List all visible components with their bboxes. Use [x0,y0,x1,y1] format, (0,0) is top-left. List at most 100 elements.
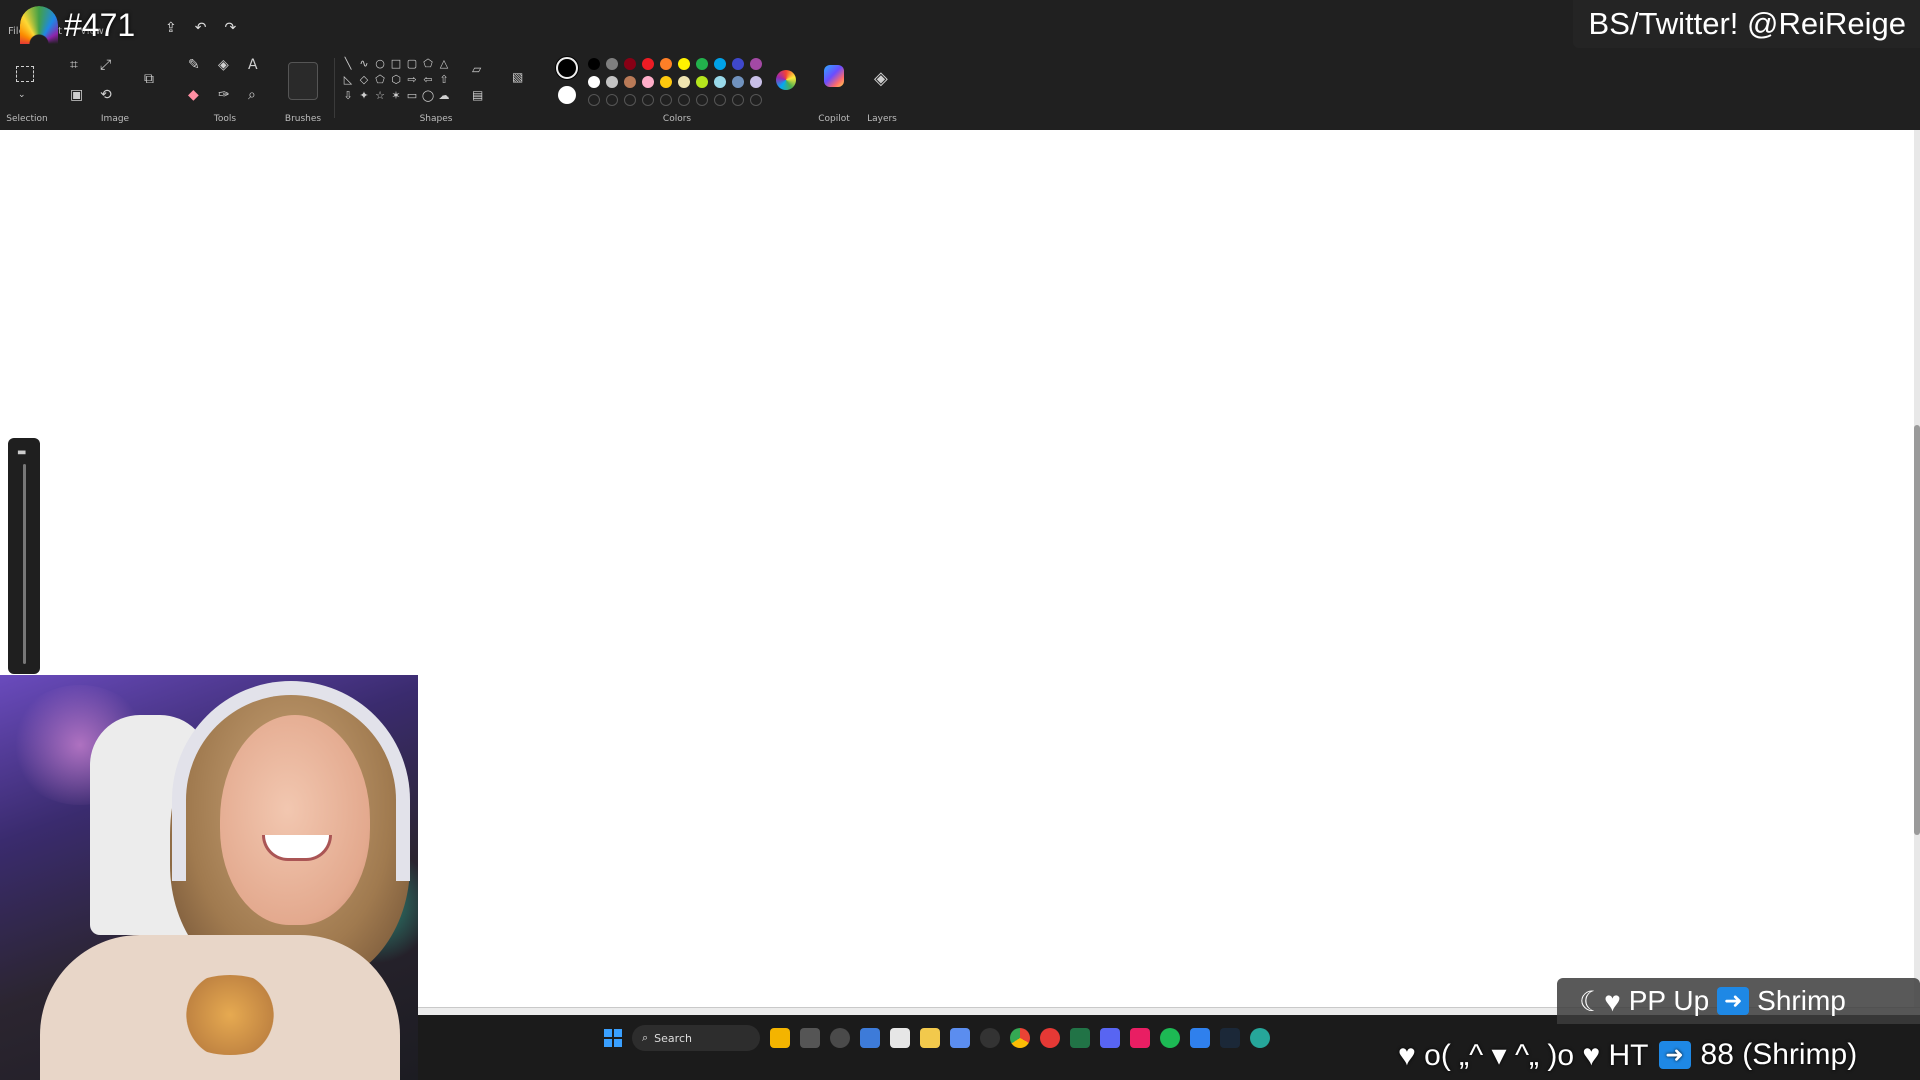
spotify-icon[interactable] [1160,1028,1180,1048]
selection-group: ⌄ Selection [0,50,54,130]
edge-icon[interactable] [1250,1028,1270,1048]
secondary-color[interactable] [558,86,576,104]
ribbon-toolbar: ⌄ Selection ⌗ ⤢ ▣ ⟲ ⧉ Image ✎ ◈ A ◆ ✑ ⌕ … [0,50,1920,130]
chrome-icon[interactable] [1010,1028,1030,1048]
quick-access-toolbar: ⇪ ↶ ↷ [165,20,236,36]
color-swatch[interactable] [588,76,600,88]
arrow-right-icon: ➜ [1717,987,1750,1015]
stream-counter: #471 [20,4,135,46]
excel-icon[interactable] [1070,1028,1090,1048]
brush-icon[interactable] [288,62,318,100]
resize-icon[interactable]: ⤢ [100,58,111,72]
custom-color-slot[interactable] [606,94,618,106]
color-swatch[interactable] [714,76,726,88]
share-icon[interactable]: ⇪ [165,20,177,36]
rotate-icon[interactable]: ⟲ [100,88,112,102]
color-swatch[interactable] [660,58,672,70]
fill-icon[interactable]: ◈ [218,58,229,72]
social-handle-text: BS/Twitter! @ReiReige [1588,6,1906,41]
slider-handle-icon[interactable]: ▬ [17,447,26,458]
pp-up-overlay: ☾♥ PP Up ➜ Shrimp [1557,978,1920,1024]
fill-shape-icon[interactable]: ▤ [472,88,483,102]
color-wheel-icon[interactable] [776,70,796,90]
colors-label: Colors [662,114,692,124]
rainbow-icon [20,6,58,44]
checklist-icon[interactable] [890,1028,910,1048]
undo-icon[interactable]: ↶ [195,20,207,36]
settings-icon[interactable] [830,1028,850,1048]
color-palette [588,58,762,106]
custom-color-slot[interactable] [588,94,600,106]
color-swatch[interactable] [696,58,708,70]
color-swatch[interactable] [606,58,618,70]
outline-icon[interactable]: ▱ [472,62,481,76]
image-properties-icon[interactable]: ▣ [70,88,83,102]
background-removal-icon[interactable]: ⧉ [144,72,154,86]
color-swatch[interactable] [732,76,744,88]
app-widget-icon[interactable] [770,1028,790,1048]
notepad-icon[interactable] [860,1028,880,1048]
colors-group: Colors [546,50,808,130]
color-swatch[interactable] [642,58,654,70]
discord-icon[interactable] [1100,1028,1120,1048]
color-swatch[interactable] [624,58,636,70]
arrow-right-icon: ➜ [1658,1041,1691,1069]
calculator-icon[interactable] [950,1028,970,1048]
eraser-icon[interactable]: ◆ [188,88,199,102]
color-swatch[interactable] [732,58,744,70]
crop-icon[interactable]: ⌗ [70,58,78,72]
copilot-icon[interactable] [824,65,844,87]
webcam-feed [0,675,418,1080]
file-explorer-icon[interactable] [920,1028,940,1048]
custom-color-slot[interactable] [714,94,726,106]
custom-color-slot[interactable] [696,94,708,106]
color-swatch[interactable] [606,76,618,88]
custom-color-slot[interactable] [642,94,654,106]
color-picker-icon[interactable]: ✑ [218,88,230,102]
windows-start-icon[interactable] [604,1029,622,1047]
steam-icon[interactable] [1220,1028,1240,1048]
selection-icon[interactable] [16,66,34,82]
obs-icon[interactable] [980,1028,1000,1048]
layers-group: ◈ Layers [860,50,904,130]
color-swatch[interactable] [642,76,654,88]
app-red-icon[interactable] [1040,1028,1060,1048]
shape-fill-toggle-icon[interactable]: ▧ [512,70,523,84]
redo-icon[interactable]: ↷ [224,20,236,36]
taskbar-search[interactable]: ⌕ Search [632,1025,760,1051]
photos-icon[interactable] [1190,1028,1210,1048]
image-label: Image [100,114,130,124]
color-swatch[interactable] [660,76,672,88]
color-swatch[interactable] [678,76,690,88]
color-swatch[interactable] [750,76,762,88]
magnifier-icon[interactable]: ⌕ [248,88,256,102]
shapes-gallery[interactable]: ╲ ∿ ○ □ ▢ ⬠ △ ◺ ◇ ⬠ ⬡ ⇨ ⇦ ⇧ ⇩ ✦ ☆ ✶ ▭ ◯ ☁ [340,56,452,104]
shapes-label: Shapes [419,114,453,124]
pencil-icon[interactable]: ✎ [188,58,200,72]
text-icon[interactable]: A [248,58,258,72]
task-view-icon[interactable] [800,1028,820,1048]
brushes-group: Brushes [276,50,330,130]
custom-color-slot[interactable] [660,94,672,106]
chevron-down-icon[interactable]: ⌄ [18,88,26,102]
app-pink-icon[interactable] [1130,1028,1150,1048]
counter-text: #471 [64,6,136,43]
color-swatch[interactable] [678,58,690,70]
custom-color-slot[interactable] [624,94,636,106]
slider-track[interactable] [23,464,26,664]
custom-color-slot[interactable] [750,94,762,106]
primary-color[interactable] [556,57,578,79]
color-swatch[interactable] [750,58,762,70]
custom-color-slot[interactable] [732,94,744,106]
pp-target: Shrimp [1757,985,1846,1016]
layers-icon[interactable]: ◈ [874,70,888,88]
color-swatch[interactable] [588,58,600,70]
brush-size-slider[interactable]: ▬ [8,438,40,674]
custom-color-slot[interactable] [678,94,690,106]
social-handle-overlay: BS/Twitter! @ReiReige [1572,0,1920,48]
color-swatch[interactable] [624,76,636,88]
color-swatch[interactable] [714,58,726,70]
tools-group: ✎ ◈ A ◆ ✑ ⌕ Tools [180,50,270,130]
scrollbar-thumb[interactable] [1914,425,1920,835]
color-swatch[interactable] [696,76,708,88]
